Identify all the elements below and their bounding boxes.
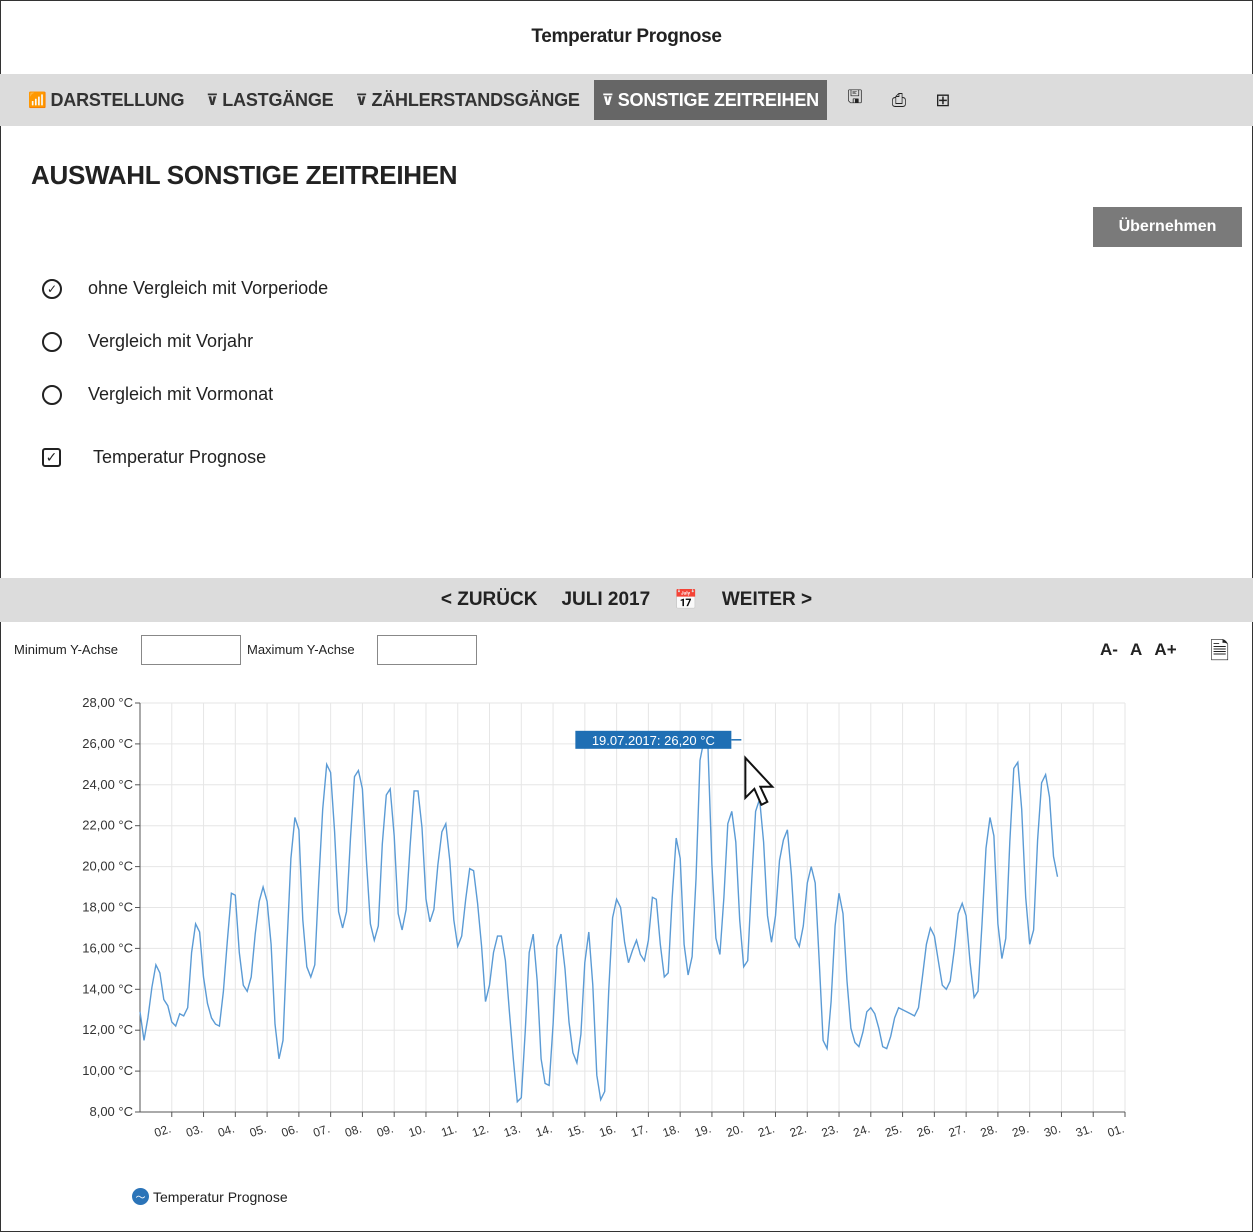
x-tick-label: 12. [470, 1122, 490, 1140]
x-tick-label: 28. [979, 1122, 999, 1140]
x-tick-label: 02. [153, 1122, 173, 1140]
x-tick-label: 24. [852, 1122, 872, 1140]
series-line [139, 737, 1059, 1104]
x-tick-label: 31. [1074, 1122, 1094, 1140]
x-tick-label: 30. [1042, 1122, 1062, 1140]
x-tick-label: 10. [407, 1122, 427, 1140]
y-tick-label: 18,00 °C [82, 900, 133, 915]
y-tick-label: 26,00 °C [82, 736, 133, 751]
x-tick-label: 23. [820, 1122, 840, 1140]
y-tick-label: 28,00 °C [82, 695, 133, 710]
y-tick-label: 14,00 °C [82, 981, 133, 996]
x-tick-label: 17. [629, 1122, 649, 1140]
x-tick-label: 13. [502, 1122, 522, 1140]
legend-label: Temperatur Prognose [153, 1188, 288, 1205]
x-tick-label: 19. [693, 1122, 713, 1140]
y-tick-label: 22,00 °C [82, 818, 133, 833]
y-tick-label: 20,00 °C [82, 859, 133, 874]
x-tick-label: 20. [724, 1122, 744, 1140]
x-tick-label: 22. [788, 1122, 808, 1140]
x-tick-label: 08. [343, 1122, 363, 1140]
tooltip-label: 19.07.2017: 26,20 °C [592, 733, 715, 748]
x-tick-label: 14. [534, 1122, 554, 1140]
x-tick-label: 06. [280, 1122, 300, 1140]
x-tick-label: 25. [883, 1122, 903, 1140]
x-tick-label: 11. [439, 1122, 458, 1140]
series-line-icon: 〜 [132, 1188, 149, 1205]
x-tick-label: 04. [216, 1122, 236, 1140]
x-tick-label: 09. [375, 1122, 395, 1140]
y-tick-label: 10,00 °C [82, 1063, 133, 1078]
y-tick-label: 16,00 °C [82, 940, 133, 955]
x-tick-label: 01. [1106, 1122, 1126, 1140]
x-tick-label: 18. [661, 1122, 681, 1140]
cursor-icon [744, 755, 775, 807]
x-tick-label: 15. [566, 1122, 586, 1140]
x-tick-label: 26. [915, 1122, 935, 1140]
x-tick-label: 16. [597, 1122, 617, 1140]
x-tick-label: 27. [947, 1122, 967, 1140]
chart-legend[interactable]: 〜 Temperatur Prognose [132, 1188, 288, 1205]
x-tick-label: 29. [1010, 1122, 1030, 1140]
y-tick-label: 12,00 °C [82, 1022, 133, 1037]
temperature-chart: 8,00 °C 10,00 °C 12,00 °C 14,00 °C 16,00 °C 1… [82, 695, 1126, 1140]
y-tick-label: 8,00 °C [89, 1104, 133, 1119]
x-tick-label: 21. [756, 1122, 776, 1140]
x-tick-label: 05. [248, 1122, 268, 1140]
x-tick-label: 03. [184, 1122, 204, 1140]
x-tick-label: 07. [311, 1122, 331, 1140]
y-tick-label: 24,00 °C [82, 777, 133, 792]
